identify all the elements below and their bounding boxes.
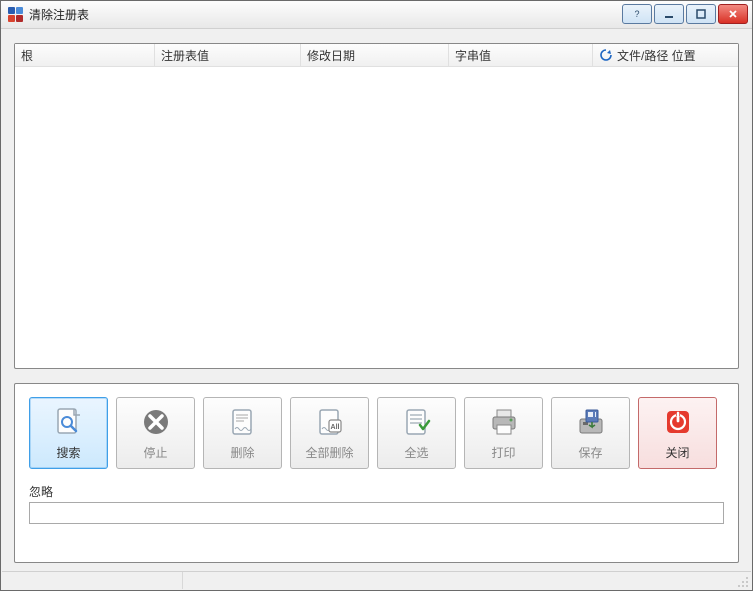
svg-text:All: All — [330, 424, 339, 431]
client-area: 根 注册表值 修改日期 字串值 — [1, 29, 752, 572]
select-all-icon — [400, 405, 434, 439]
button-label: 搜索 — [56, 444, 80, 461]
search-button[interactable]: 搜索 — [29, 397, 108, 469]
search-icon — [52, 405, 86, 439]
maximize-button[interactable] — [686, 4, 716, 24]
close-button[interactable]: 关闭 — [638, 397, 717, 469]
button-label: 全部删除 — [305, 444, 353, 461]
status-cell — [2, 572, 183, 589]
delete-all-icon: All — [313, 405, 347, 439]
print-icon — [487, 405, 521, 439]
delete-all-button[interactable]: All 全部删除 — [290, 397, 369, 469]
titlebar: 清除注册表 ? — [1, 1, 752, 29]
button-label: 关闭 — [665, 444, 689, 461]
window-controls: ? — [622, 4, 748, 24]
app-icon — [7, 7, 23, 23]
delete-icon — [226, 405, 260, 439]
stop-button[interactable]: 停止 — [116, 397, 195, 469]
window-close-button[interactable] — [718, 4, 748, 24]
stop-icon — [139, 405, 173, 439]
power-icon — [661, 405, 695, 439]
button-label: 保存 — [578, 444, 602, 461]
column-label: 注册表值 — [161, 47, 209, 64]
button-label: 停止 — [143, 444, 167, 461]
column-header-file-path[interactable]: 文件/路径 位置 — [593, 44, 738, 66]
column-header-root[interactable]: 根 — [15, 44, 155, 66]
button-label: 删除 — [230, 444, 254, 461]
toolbar-panel: 搜索 停止 — [14, 383, 739, 563]
select-all-button[interactable]: 全选 — [377, 397, 456, 469]
column-label: 根 — [21, 47, 33, 64]
statusbar — [2, 571, 751, 589]
refresh-icon — [599, 48, 613, 62]
minimize-button[interactable] — [654, 4, 684, 24]
ignore-label: 忽略 — [29, 483, 724, 500]
delete-button[interactable]: 删除 — [203, 397, 282, 469]
save-button[interactable]: 保存 — [551, 397, 630, 469]
ignore-row: 忽略 — [29, 483, 724, 524]
column-header-registry-value[interactable]: 注册表值 — [155, 44, 301, 66]
column-label: 文件/路径 位置 — [617, 47, 696, 64]
list-header: 根 注册表值 修改日期 字串值 — [15, 44, 738, 67]
ignore-input[interactable] — [29, 502, 724, 524]
button-label: 全选 — [404, 444, 428, 461]
button-label: 打印 — [491, 444, 515, 461]
resize-grip-icon[interactable] — [735, 574, 749, 588]
help-button[interactable]: ? — [622, 4, 652, 24]
window: 清除注册表 ? 根 注册表值 — [0, 0, 753, 591]
column-label: 修改日期 — [307, 47, 355, 64]
svg-text:?: ? — [634, 9, 639, 19]
column-label: 字串值 — [455, 47, 491, 64]
print-button[interactable]: 打印 — [464, 397, 543, 469]
column-header-modify-date[interactable]: 修改日期 — [301, 44, 449, 66]
save-icon — [574, 405, 608, 439]
column-header-string-value[interactable]: 字串值 — [449, 44, 593, 66]
toolbar-row: 搜索 停止 — [29, 397, 724, 469]
results-list[interactable]: 根 注册表值 修改日期 字串值 — [14, 43, 739, 369]
window-title: 清除注册表 — [29, 6, 89, 23]
